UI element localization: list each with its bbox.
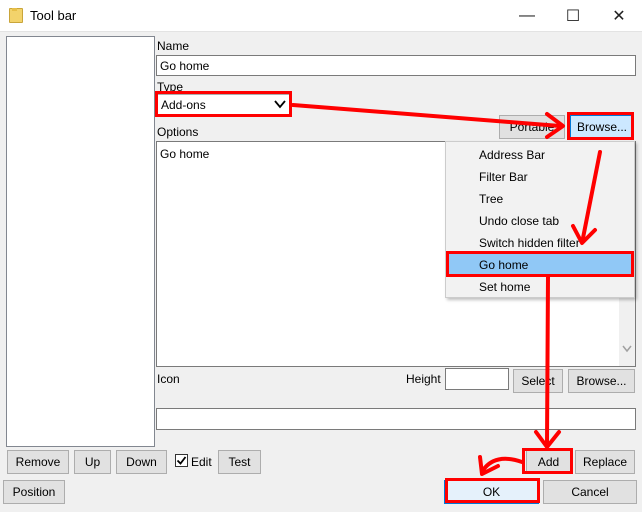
height-label: Height <box>406 372 441 386</box>
maximize-button[interactable]: ☐ <box>550 0 596 32</box>
type-select-value: Add-ons <box>161 98 206 112</box>
window-title: Tool bar <box>30 8 77 23</box>
browse-options-button[interactable]: Browse... <box>570 115 634 139</box>
select-button[interactable]: Select <box>513 369 563 393</box>
type-select[interactable]: Add-ons <box>157 94 290 115</box>
close-button[interactable]: ✕ <box>596 0 642 32</box>
icon-label: Icon <box>157 372 180 386</box>
menu-item-filter-bar[interactable]: Filter Bar <box>446 166 634 188</box>
portable-button[interactable]: Portable <box>499 115 565 139</box>
name-label: Name <box>157 39 190 53</box>
icon-path-input[interactable] <box>156 408 636 430</box>
add-button[interactable]: Add <box>526 450 571 474</box>
chevron-down-icon <box>272 96 288 112</box>
browse-icon-button[interactable]: Browse... <box>568 369 635 393</box>
edit-label: Edit <box>191 455 212 469</box>
checkmark-icon <box>176 456 187 465</box>
edit-checkbox[interactable] <box>175 454 188 467</box>
folder-icon <box>9 8 23 23</box>
type-label: Type <box>157 80 184 94</box>
menu-item-set-home[interactable]: Set home <box>446 276 634 298</box>
replace-button[interactable]: Replace <box>575 450 635 474</box>
browse-dropdown-menu[interactable]: Address Bar Filter Bar Tree Undo close t… <box>445 141 635 298</box>
title-bar: Tool bar — ☐ ✕ <box>0 0 642 32</box>
position-button[interactable]: Position <box>3 480 65 504</box>
ok-button[interactable]: OK <box>444 480 539 504</box>
menu-item-tree[interactable]: Tree <box>446 188 634 210</box>
down-button[interactable]: Down <box>116 450 167 474</box>
menu-item-go-home[interactable]: Go home <box>446 254 634 276</box>
up-button[interactable]: Up <box>74 450 111 474</box>
toolbar-items-list[interactable] <box>6 36 155 447</box>
minimize-button[interactable]: — <box>504 0 550 32</box>
menu-item-switch-hidden-filter[interactable]: Switch hidden filter <box>446 232 634 254</box>
menu-item-undo-close-tab[interactable]: Undo close tab <box>446 210 634 232</box>
scroll-down-icon[interactable] <box>622 342 632 356</box>
remove-button[interactable]: Remove <box>7 450 69 474</box>
name-input[interactable]: Go home <box>156 55 636 76</box>
options-label: Options <box>157 125 199 139</box>
cancel-button[interactable]: Cancel <box>543 480 637 504</box>
height-input[interactable] <box>445 368 509 390</box>
menu-item-address-bar[interactable]: Address Bar <box>446 144 634 166</box>
test-button[interactable]: Test <box>218 450 261 474</box>
